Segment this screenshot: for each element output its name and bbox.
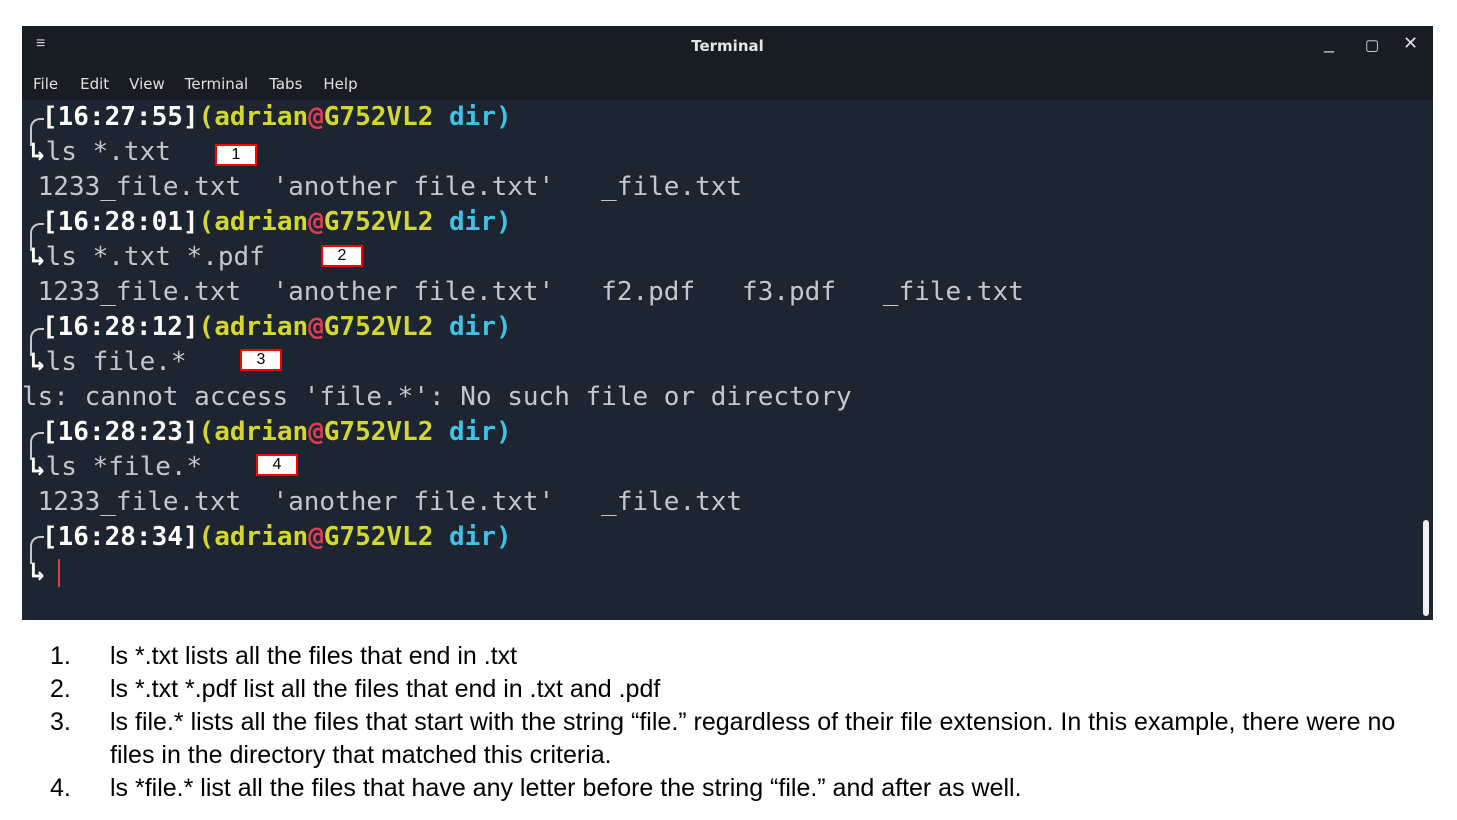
list-number: 4.: [50, 774, 71, 802]
menu-terminal[interactable]: Terminal: [185, 66, 248, 100]
title-bar[interactable]: ≡ Terminal _ ▢ ✕: [22, 26, 1433, 66]
list-item: 4. ls *file.* list all the files that hav…: [50, 772, 1430, 805]
marker-box: 4: [256, 454, 298, 476]
list-text: ls file.* lists all the files that start…: [110, 708, 1396, 769]
prompt-host: G752VL2: [323, 102, 434, 132]
marker-box: 2: [321, 245, 363, 267]
list-number: 1.: [50, 642, 71, 670]
scrollbar[interactable]: [1419, 100, 1433, 620]
list-item: 3. ls file.* lists all the files that sta…: [50, 706, 1430, 772]
prompt-line: [16:27:55](adrian@G752VL2 dir): [42, 100, 512, 135]
output-line: 1233_file.txt 'another file.txt' f2.pdf …: [22, 277, 1024, 307]
prompt-time: [16:28:23]: [42, 417, 199, 447]
prompt-host: G752VL2: [323, 522, 434, 552]
prompt-dir: dir): [449, 417, 512, 447]
minimize-icon[interactable]: _: [1324, 33, 1334, 54]
terminal-window: ≡ Terminal _ ▢ ✕ File Edit View Terminal…: [22, 26, 1433, 620]
list-text: ls *.txt *.pdf list all the files that e…: [110, 675, 661, 703]
command-line: ↳: [30, 557, 46, 587]
prompt-at: @: [308, 207, 324, 237]
prompt-at: @: [308, 417, 324, 447]
prompt-dir: dir): [449, 312, 512, 342]
explanation-list: 1. ls *.txt lists all the files that end …: [50, 640, 1430, 805]
menu-help[interactable]: Help: [323, 66, 357, 100]
prompt-dir: dir): [449, 207, 512, 237]
prompt-at: @: [308, 522, 324, 552]
menu-tabs[interactable]: Tabs: [269, 66, 302, 100]
prompt-user: (adrian: [198, 102, 309, 132]
menu-edit[interactable]: Edit: [80, 66, 109, 100]
prompt-time: [16:28:34]: [42, 522, 199, 552]
command-line: ↳ls *.txt *.pdf: [30, 242, 265, 272]
prompt-line: [16:28:23](adrian@G752VL2 dir): [42, 415, 512, 450]
close-icon[interactable]: ✕: [1403, 33, 1418, 54]
prompt-time: [16:28:01]: [42, 207, 199, 237]
prompt-at: @: [308, 312, 324, 342]
prompt-host: G752VL2: [323, 417, 434, 447]
command-text: ls file.*: [45, 347, 187, 377]
prompt-host: G752VL2: [323, 312, 434, 342]
prompt-line: [16:28:34](adrian@G752VL2 dir): [42, 520, 512, 555]
list-item: 1. ls *.txt lists all the files that end …: [50, 640, 1430, 673]
prompt-line: [16:28:01](adrian@G752VL2 dir): [42, 205, 512, 240]
list-text: ls *file.* list all the files that have …: [110, 774, 1022, 802]
maximize-icon[interactable]: ▢: [1365, 36, 1379, 54]
scrollbar-thumb[interactable]: [1423, 520, 1429, 616]
list-number: 3.: [50, 708, 71, 736]
command-line: ↳ls *.txt: [30, 137, 171, 167]
output-line: ls: cannot access 'file.*': No such file…: [22, 382, 852, 412]
menu-file[interactable]: File: [33, 66, 58, 100]
prompt-dir: dir): [449, 522, 512, 552]
list-text: ls *.txt lists all the files that end in…: [110, 642, 518, 670]
terminal-output[interactable]: [16:27:55](adrian@G752VL2 dir) ↳ls *.txt…: [22, 100, 1419, 620]
prompt-time: [16:28:12]: [42, 312, 199, 342]
marker-box: 3: [240, 349, 282, 371]
menu-bar: File Edit View Terminal Tabs Help: [22, 66, 1433, 100]
prompt-time: [16:27:55]: [42, 102, 199, 132]
prompt-at: @: [308, 102, 324, 132]
prompt-user: (adrian: [198, 312, 309, 342]
menu-view[interactable]: View: [129, 66, 165, 100]
list-number: 2.: [50, 675, 71, 703]
prompt-line: [16:28:12](adrian@G752VL2 dir): [42, 310, 512, 345]
command-line: ↳ls file.*: [30, 347, 187, 377]
list-item: 2. ls *.txt *.pdf list all the files that…: [50, 673, 1430, 706]
command-text: ls *.txt *.pdf: [45, 242, 265, 272]
command-line: ↳ls *file.*: [30, 452, 203, 482]
window-title: Terminal: [691, 37, 764, 55]
command-text: ls *file.*: [45, 452, 203, 482]
prompt-user: (adrian: [198, 522, 309, 552]
text-cursor: [58, 559, 60, 587]
output-line: 1233_file.txt 'another file.txt' _file.t…: [22, 487, 743, 517]
prompt-host: G752VL2: [323, 207, 434, 237]
command-text: ls *.txt: [45, 137, 171, 167]
prompt-user: (adrian: [198, 207, 309, 237]
marker-box: 1: [215, 144, 257, 166]
output-line: 1233_file.txt 'another file.txt' _file.t…: [22, 172, 743, 202]
prompt-dir: dir): [449, 102, 512, 132]
prompt-user: (adrian: [198, 417, 309, 447]
